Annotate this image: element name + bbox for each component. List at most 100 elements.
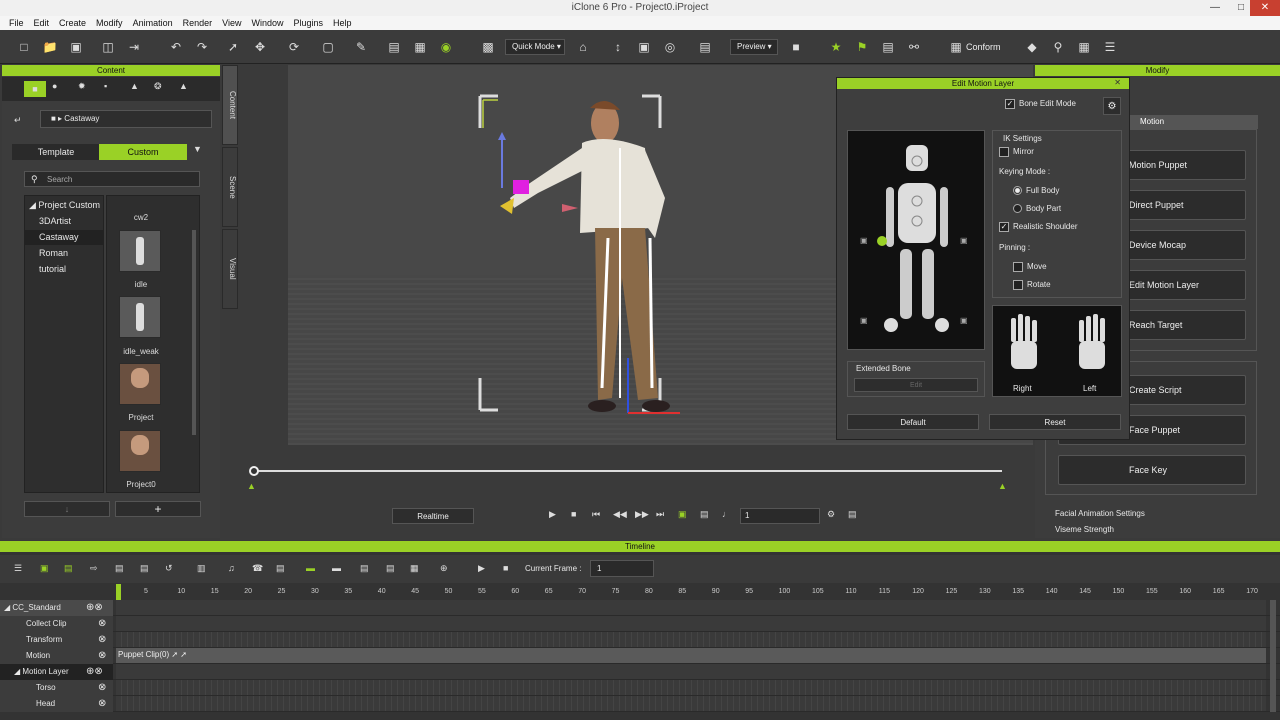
fit-all-icon[interactable]: ▣	[636, 39, 652, 55]
timeline-stop-icon[interactable]: ■	[503, 563, 508, 573]
realistic-shoulder-checkbox[interactable]: ✓ Realistic Shoulder	[999, 222, 1077, 232]
grid-view-icon[interactable]: ▦	[410, 563, 419, 574]
track-lane[interactable]	[116, 632, 1266, 647]
menu-window[interactable]: Window	[246, 16, 288, 30]
menu-create[interactable]: Create	[54, 16, 91, 30]
folder-icon[interactable]: ■	[24, 81, 46, 97]
settings-gear-icon[interactable]: ⚙	[827, 509, 835, 520]
track-options-icon[interactable]: ⊕⊗	[86, 602, 103, 613]
quick-mode-dropdown[interactable]: Quick Mode ▾	[505, 39, 565, 55]
character-motion-icon[interactable]: ★	[828, 39, 844, 55]
current-frame-input[interactable]: 1	[590, 560, 654, 577]
new-file-icon[interactable]: □	[16, 39, 32, 55]
track-lane[interactable]: Puppet Clip(0) ➚ ➚	[116, 648, 1266, 663]
track-motion[interactable]: Motion	[0, 648, 113, 664]
reset-button[interactable]: Reset	[989, 414, 1121, 430]
track-torso[interactable]: Torso	[0, 680, 113, 696]
camera-target-icon[interactable]: ◎	[662, 39, 678, 55]
track-collect-clip[interactable]: Collect Clip	[0, 616, 113, 632]
character-figure[interactable]	[470, 88, 690, 418]
maximize-icon[interactable]: □	[1238, 0, 1244, 16]
range-start-marker[interactable]: ▲	[247, 481, 256, 491]
time-slider-track[interactable]	[254, 470, 1002, 472]
delete-button[interactable]: ↓	[24, 501, 110, 517]
tree-item-roman[interactable]: Roman	[25, 246, 103, 261]
gear-icon[interactable]: ⚙	[1103, 97, 1121, 115]
track-close-icon[interactable]: ⊗	[98, 618, 106, 629]
motion-icon[interactable]: ✹	[78, 81, 86, 92]
thumb-idle-weak[interactable]	[119, 296, 161, 338]
view-stack-icon[interactable]: ▤	[697, 39, 713, 55]
playhead[interactable]	[116, 584, 121, 600]
fit-range-icon[interactable]: ▬	[332, 563, 341, 573]
pick-parent-icon[interactable]: ✎	[353, 39, 369, 55]
open-folder-icon[interactable]: 📁	[42, 39, 58, 55]
collect-clip-icon[interactable]: ▤	[64, 563, 73, 574]
close-icon[interactable]: ✕	[1250, 0, 1280, 16]
thumb-project0[interactable]	[119, 430, 161, 472]
dropdown-circle-icon[interactable]: ▼	[193, 144, 202, 154]
realtime-button[interactable]: Realtime	[392, 508, 474, 524]
insert-frame-icon[interactable]: ▤	[360, 563, 369, 574]
previous-frame-icon[interactable]: ◀◀	[613, 509, 627, 520]
avatar-icon[interactable]: ●	[52, 81, 57, 91]
split-icon[interactable]: ▥	[197, 563, 206, 574]
select-icon[interactable]: ➚	[225, 39, 241, 55]
rotate-checkbox[interactable]: Rotate	[1013, 280, 1051, 290]
next-frame-icon[interactable]: ▶▶	[635, 509, 649, 520]
transition-icon[interactable]: ⇨	[90, 563, 98, 574]
content-scrollbar[interactable]	[192, 230, 196, 435]
side-tab-content[interactable]: Content	[222, 65, 238, 145]
thumb-project[interactable]	[119, 363, 161, 405]
menu-help[interactable]: Help	[328, 16, 357, 30]
track-close-icon[interactable]: ⊗	[98, 634, 106, 645]
menu-animation[interactable]: Animation	[128, 16, 178, 30]
menu-plugins[interactable]: Plugins	[289, 16, 329, 30]
save-icon[interactable]: ▣	[68, 39, 84, 55]
track-close-icon[interactable]: ⊗	[98, 650, 106, 661]
layout-icon[interactable]: ▩	[480, 39, 496, 55]
script-icon[interactable]: ▤	[276, 563, 285, 574]
conform-label[interactable]: Conform	[966, 42, 1001, 52]
visibility-icon[interactable]: ◉	[438, 39, 454, 55]
play-icon[interactable]: ▶	[549, 509, 556, 520]
redo-icon[interactable]: ↷	[194, 39, 210, 55]
stop-icon[interactable]: ■	[571, 509, 576, 519]
default-button[interactable]: Default	[847, 414, 979, 430]
timeline-scrollbar[interactable]	[1270, 600, 1276, 712]
flag-icon[interactable]: ⚑	[854, 39, 870, 55]
minimize-icon[interactable]: —	[1210, 0, 1220, 16]
menu-modify[interactable]: Modify	[91, 16, 128, 30]
diamond-key-icon[interactable]: ◆	[1024, 39, 1040, 55]
zoom-icon[interactable]: ⚲	[1050, 39, 1066, 55]
bone-icon[interactable]: ⚯	[906, 39, 922, 55]
track-lane[interactable]	[116, 696, 1266, 711]
conform-icon[interactable]: ▦	[948, 39, 964, 55]
tab-custom[interactable]: Custom	[99, 144, 187, 160]
add-button[interactable]: +	[115, 501, 201, 517]
frame-mode-icon[interactable]: ▤	[700, 509, 709, 520]
loop-clip-icon[interactable]: ↺	[165, 563, 173, 574]
attach-icon[interactable]: ▦	[412, 39, 428, 55]
menu-edit[interactable]: Edit	[29, 16, 55, 30]
thumb-idle[interactable]	[119, 230, 161, 272]
timeline-play-icon[interactable]: ▶	[478, 563, 485, 574]
tree-item-3dartist[interactable]: 3DArtist	[25, 214, 103, 229]
rotate-icon[interactable]: ⟳	[286, 39, 302, 55]
track-transform[interactable]: Transform	[0, 632, 113, 648]
dialog-close-icon[interactable]: ✕	[1114, 78, 1121, 87]
render-icon[interactable]: ◫	[100, 39, 116, 55]
music-icon[interactable]: ♩	[722, 509, 731, 519]
list-settings-icon[interactable]: ☰	[1102, 39, 1118, 55]
body-part-radio[interactable]: Body Part	[1013, 204, 1061, 214]
go-start-icon[interactable]: ⏮	[592, 509, 600, 520]
menu-render[interactable]: Render	[178, 16, 218, 30]
tab-motion[interactable]: Motion	[1130, 115, 1258, 129]
track-close-icon[interactable]: ⊗	[98, 682, 106, 693]
puppet-clip[interactable]: Puppet Clip(0) ➚ ➚	[118, 650, 187, 659]
tree-item-castaway[interactable]: Castaway	[25, 230, 103, 245]
menu-view[interactable]: View	[217, 16, 246, 30]
track-lane[interactable]	[116, 600, 1266, 615]
clipboard-icon[interactable]: ▤	[880, 39, 896, 55]
track-list-icon[interactable]: ☰	[14, 563, 22, 574]
